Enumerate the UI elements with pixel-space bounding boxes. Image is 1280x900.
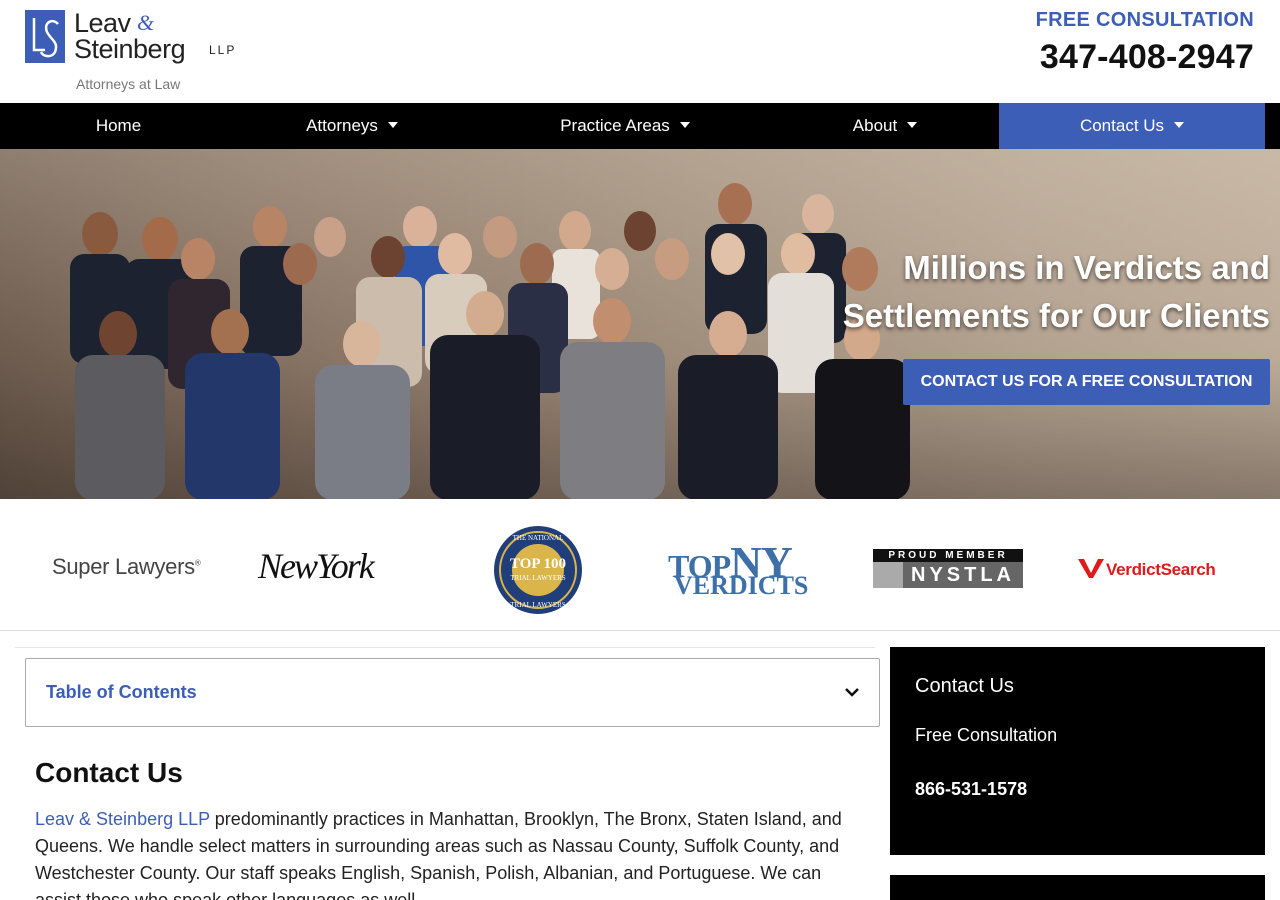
verdict-search-badge: VerdictSearch: [1078, 557, 1216, 580]
caret-down-icon: [679, 122, 690, 128]
top100-top-text: THE NATIONAL: [513, 534, 564, 542]
sidebar-subtitle: Free Consultation: [915, 725, 1058, 745]
free-consultation-cta-button[interactable]: CONTACT US FOR A FREE CONSULTATION: [903, 359, 1270, 405]
toc-label: Table of Contents: [46, 682, 197, 702]
nav-item-home[interactable]: Home: [0, 103, 237, 149]
table-of-contents-toggle[interactable]: Table of Contents: [25, 658, 880, 727]
hero-headline: Millions in Verdicts and Settlements for…: [790, 244, 1270, 340]
top-ny-verdicts-text: VERDICTS: [674, 571, 809, 600]
nav-item-practice-areas[interactable]: Practice Areas: [500, 103, 750, 149]
top-ny-verdicts-badge: TOPNY VERDICTS: [668, 537, 818, 601]
logo-tagline: Attorneys at Law: [76, 76, 181, 92]
chevron-down-icon: [845, 688, 859, 697]
awards-strip: Super Lawyers® NewYork THE NATIONAL TOP …: [0, 499, 1280, 631]
super-lawyers-badge: Super Lawyers®: [52, 554, 201, 579]
hero-headline-line-2: Settlements for Our Clients: [842, 297, 1270, 334]
nystla-badge: PROUD MEMBER NYSTLA: [873, 549, 1023, 588]
nav-item-contact-us[interactable]: Contact Us: [999, 103, 1265, 149]
hero-banner: Millions in Verdicts and Settlements for…: [0, 149, 1280, 499]
nav-item-label: Contact Us: [1079, 116, 1165, 135]
firm-name-link[interactable]: Leav & Steinberg LLP: [35, 809, 210, 829]
new-york-magazine-badge: NewYork: [258, 546, 375, 586]
sidebar-panel-2: [890, 875, 1265, 900]
verdict-search-v-icon: [1078, 559, 1104, 578]
verdict-search-text: VerdictSearch: [1106, 560, 1216, 579]
nav-item-label: Home: [95, 116, 142, 135]
sidebar-phone-link[interactable]: 866-531-1578: [915, 779, 1027, 800]
nav-item-label: Practice Areas: [560, 116, 670, 135]
header-phone-link[interactable]: 347-408-2947: [1040, 38, 1254, 77]
site-header: Leav & Steinberg LLP Attorneys at Law FR…: [0, 0, 1280, 103]
super-lawyers-text: Super Lawyers: [52, 554, 195, 579]
nav-item-attorneys[interactable]: Attorneys: [237, 103, 467, 149]
logo-ampersand: &: [137, 10, 155, 35]
statue-of-liberty-icon: [873, 562, 903, 588]
top100-main-text: TOP 100: [510, 556, 566, 572]
caret-down-icon: [387, 122, 398, 128]
logo-llp: LLP: [209, 43, 237, 57]
free-consultation-label: FREE CONSULTATION: [1035, 9, 1254, 31]
nystla-main-text: NYSTLA: [903, 562, 1023, 588]
nav-item-label: About: [852, 116, 898, 135]
hero-headline-line-1: Millions in Verdicts and: [903, 249, 1270, 286]
main-nav: Home Attorneys Practice Areas About Cont…: [0, 103, 1280, 149]
sidebar-title: Contact Us: [915, 675, 1014, 697]
intro-paragraph: Leav & Steinberg LLP predominantly pract…: [35, 806, 860, 900]
page-heading: Contact Us: [35, 757, 183, 788]
top-100-trial-lawyers-badge: THE NATIONAL TOP 100 TRIAL LAWYERS TRIAL…: [492, 525, 584, 615]
caret-down-icon: [1174, 122, 1185, 128]
content-divider: [15, 647, 875, 648]
logo-name-steinberg: Steinberg: [74, 34, 186, 64]
sidebar-contact-panel: Contact Us Free Consultation 866-531-157…: [890, 647, 1265, 855]
site-logo[interactable]: Leav & Steinberg LLP Attorneys at Law: [25, 8, 265, 95]
caret-down-icon: [907, 122, 918, 128]
top100-sub-text: TRIAL LAWYERS: [510, 574, 565, 582]
nav-item-about[interactable]: About: [770, 103, 1000, 149]
top100-bottom-text: TRIAL LAWYERS: [510, 601, 565, 609]
logo-mark-icon: [25, 10, 65, 63]
nav-item-label: Attorneys: [306, 116, 378, 135]
nystla-top-text: PROUD MEMBER: [873, 549, 1023, 562]
